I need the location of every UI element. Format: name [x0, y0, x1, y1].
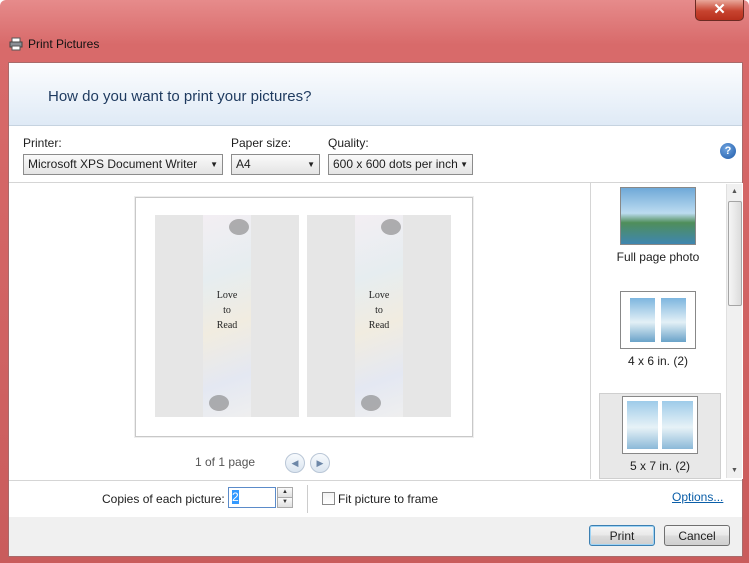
copies-input[interactable]: 2 [228, 487, 276, 508]
thumb-photo [627, 401, 658, 449]
landscape-thumbnail [620, 187, 696, 245]
thumb-photo [662, 401, 693, 449]
ornament-icon [209, 395, 229, 411]
page-indicator: 1 of 1 page [195, 455, 256, 469]
ornament-icon [361, 395, 381, 411]
bookmark-line: Read [368, 320, 390, 331]
layout-5x7-thumbnail [622, 396, 698, 454]
print-button[interactable]: Print [589, 525, 655, 546]
next-page-button[interactable]: ▶ [310, 453, 330, 473]
scroll-up-icon[interactable]: ▲ [727, 184, 742, 199]
layout-4x6-thumbnail [620, 291, 696, 349]
print-pictures-window: Print Pictures ✕ How do you want to prin… [0, 0, 749, 563]
layout-label: 4 x 6 in. (2) [627, 354, 689, 368]
copies-value: 2 [232, 490, 239, 504]
layout-full-page[interactable]: Full page photo [599, 187, 717, 264]
options-link[interactable]: Options... [672, 490, 723, 504]
bookmark-line: to [375, 305, 383, 316]
layout-label: Full page photo [616, 250, 700, 264]
thumb-photo [661, 298, 686, 342]
ornament-icon [229, 219, 249, 235]
bookmark-line: to [223, 305, 231, 316]
close-button[interactable]: ✕ [695, 0, 744, 21]
bookmark-line: Read [216, 320, 238, 331]
close-icon: ✕ [713, 1, 726, 18]
quality-label: Quality: [328, 136, 369, 150]
help-symbol: ? [724, 145, 732, 157]
bookmark-line: Love [216, 290, 238, 301]
quality-select[interactable]: 600 x 600 dots per inch ▼ [328, 154, 473, 175]
window-title: Print Pictures [28, 37, 100, 51]
chevron-down-icon: ▼ [307, 160, 315, 169]
printer-label: Printer: [23, 136, 62, 150]
dialog-header: How do you want to print your pictures? [9, 63, 742, 126]
layout-scrollbar[interactable]: ▲ ▼ [726, 184, 742, 478]
layout-4x6[interactable]: 4 x 6 in. (2) [599, 291, 717, 368]
thumb-photo [630, 298, 655, 342]
copies-stepper[interactable]: ▲ ▼ [277, 487, 293, 508]
header-question: How do you want to print your pictures? [48, 88, 312, 105]
fit-to-frame-checkbox[interactable] [322, 492, 335, 505]
cancel-button[interactable]: Cancel [664, 525, 730, 546]
dialog-client-area: How do you want to print your pictures? … [8, 62, 743, 557]
photo-slot-left: Love to Read [155, 215, 299, 417]
previous-page-button[interactable]: ◀ [285, 453, 305, 473]
quality-value: 600 x 600 dots per inch [333, 157, 458, 171]
fit-to-frame-label[interactable]: Fit picture to frame [338, 492, 438, 506]
photo-slot-right: Love to Read [307, 215, 451, 417]
title-bar[interactable]: Print Pictures ✕ [0, 0, 749, 62]
layout-list: Full page photo 4 x 6 in. (2) 5 x 7 in. … [590, 183, 743, 479]
preview-page: Love to Read Love to Read [135, 197, 473, 437]
printer-select[interactable]: Microsoft XPS Document Writer ▼ [23, 154, 223, 175]
bookmark-line: Love [368, 290, 390, 301]
dialog-footer: Print Cancel [9, 517, 742, 556]
printer-icon [9, 37, 23, 51]
layout-5x7-selected[interactable]: 5 x 7 in. (2) [599, 393, 721, 479]
ornament-icon [381, 219, 401, 235]
paper-size-label: Paper size: [231, 136, 292, 150]
divider [307, 485, 308, 513]
decrement-icon[interactable]: ▼ [277, 497, 293, 508]
paper-size-select[interactable]: A4 ▼ [231, 154, 320, 175]
chevron-down-icon: ▼ [460, 160, 468, 169]
print-preview-area: Love to Read Love to Read 1 of 1 page ◀ … [9, 183, 589, 479]
bookmark-image: Love to Read [203, 215, 251, 417]
print-options-bar: Printer: Microsoft XPS Document Writer ▼… [9, 126, 742, 183]
copies-bar: Copies of each picture: 2 ▲ ▼ Fit pictur… [9, 480, 742, 518]
scroll-down-icon[interactable]: ▼ [727, 463, 742, 478]
arrow-right-icon: ▶ [316, 458, 324, 468]
layout-label: 5 x 7 in. (2) [629, 459, 691, 473]
scrollbar-thumb[interactable] [728, 201, 742, 306]
chevron-down-icon: ▼ [210, 160, 218, 169]
copies-label: Copies of each picture: [102, 492, 225, 506]
arrow-left-icon: ◀ [291, 458, 299, 468]
help-icon[interactable]: ? [720, 143, 736, 159]
printer-value: Microsoft XPS Document Writer [28, 157, 198, 171]
bookmark-image: Love to Read [355, 215, 403, 417]
paper-size-value: A4 [236, 157, 251, 171]
